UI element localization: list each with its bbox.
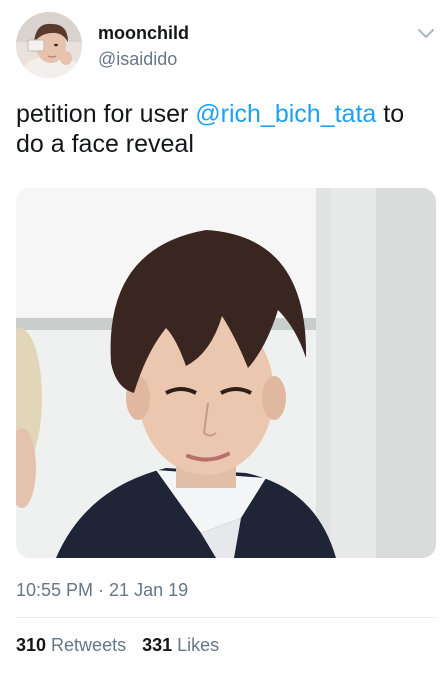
tweet-card: moonchild @isaidido petition for user @r… (0, 0, 448, 678)
tweet-text: petition for user @rich_bich_tata to do … (16, 99, 436, 159)
retweets-count: 310 (16, 635, 47, 655)
avatar[interactable] (16, 12, 82, 78)
mention-link[interactable]: @rich_bich_tata (195, 100, 376, 128)
divider (16, 617, 436, 618)
author-handle[interactable]: @isaidido (98, 48, 189, 70)
tweet-text-start: petition for user (16, 100, 196, 128)
likes-label: Likes (177, 635, 220, 655)
tweet-stats: 310 Retweets 331 Likes (16, 634, 219, 656)
author-names: moonchild @isaidido (98, 22, 189, 70)
retweets-label: Retweets (51, 635, 127, 655)
tweet-media-image[interactable] (16, 188, 436, 558)
likes-count: 331 (142, 635, 173, 655)
tweet-header: moonchild @isaidido (16, 12, 436, 82)
retweets-stat[interactable]: 310 Retweets (16, 634, 126, 656)
tweet-timestamp[interactable]: 10:55 PM · 21 Jan 19 (16, 579, 188, 601)
chevron-down-icon[interactable] (416, 26, 436, 42)
likes-stat[interactable]: 331 Likes (142, 634, 219, 656)
author-display-name[interactable]: moonchild (98, 22, 189, 44)
